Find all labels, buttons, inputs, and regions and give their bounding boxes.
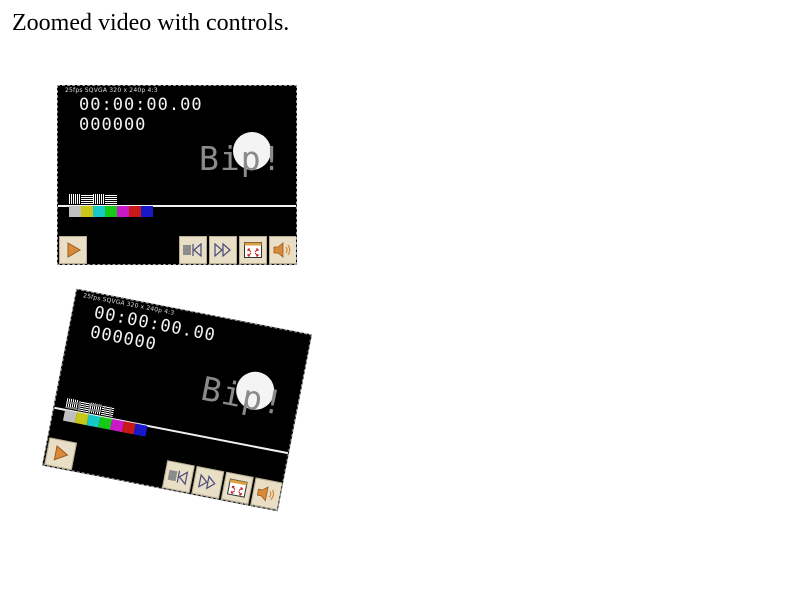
rewind-button[interactable] (179, 236, 207, 264)
fast-forward-button[interactable] (209, 236, 237, 264)
video-format-overlay: 25fps SQVGA 320 x 240p 4:3 (65, 87, 158, 94)
volume-icon (273, 242, 291, 258)
video-timecode: 00:00:00.00 (79, 95, 203, 115)
fast-forward-button[interactable] (191, 465, 225, 499)
play-icon (53, 445, 69, 461)
video-bip-text: Bip! (199, 139, 283, 178)
color-bar (117, 206, 129, 217)
color-bar (141, 206, 153, 217)
video-player[interactable]: 25fps SQVGA 320 x 240p 4:3 00:00:00.00 0… (57, 85, 297, 265)
play-button[interactable] (44, 437, 78, 471)
fullscreen-icon (226, 478, 248, 498)
color-bar (129, 206, 141, 217)
fast-forward-icon (198, 473, 216, 490)
color-bar (93, 206, 105, 217)
volume-button[interactable] (269, 236, 296, 264)
video-bip-text: Bip! (198, 368, 288, 424)
rotated-video-player[interactable]: 25fps SQVGA 320 x 240p 4:3 00:00:00.00 0… (42, 288, 312, 512)
page-heading: Zoomed video with controls. (12, 10, 290, 36)
rewind-button[interactable] (161, 460, 195, 494)
volume-button[interactable] (250, 477, 284, 511)
rewind-icon (167, 469, 189, 486)
video-test-pattern (69, 194, 119, 204)
color-bar (105, 206, 117, 217)
fast-forward-icon (214, 242, 231, 258)
play-icon (67, 242, 81, 258)
volume-icon (256, 486, 275, 502)
video-frame-count: 000000 (79, 115, 147, 135)
play-button[interactable] (59, 236, 87, 264)
fullscreen-icon (244, 242, 262, 258)
color-bar (81, 206, 93, 217)
rewind-icon (183, 242, 202, 258)
fullscreen-button[interactable] (239, 236, 267, 264)
fullscreen-button[interactable] (220, 471, 254, 505)
color-bar (69, 206, 81, 217)
video-color-bars (69, 206, 153, 217)
color-bar (133, 423, 148, 437)
